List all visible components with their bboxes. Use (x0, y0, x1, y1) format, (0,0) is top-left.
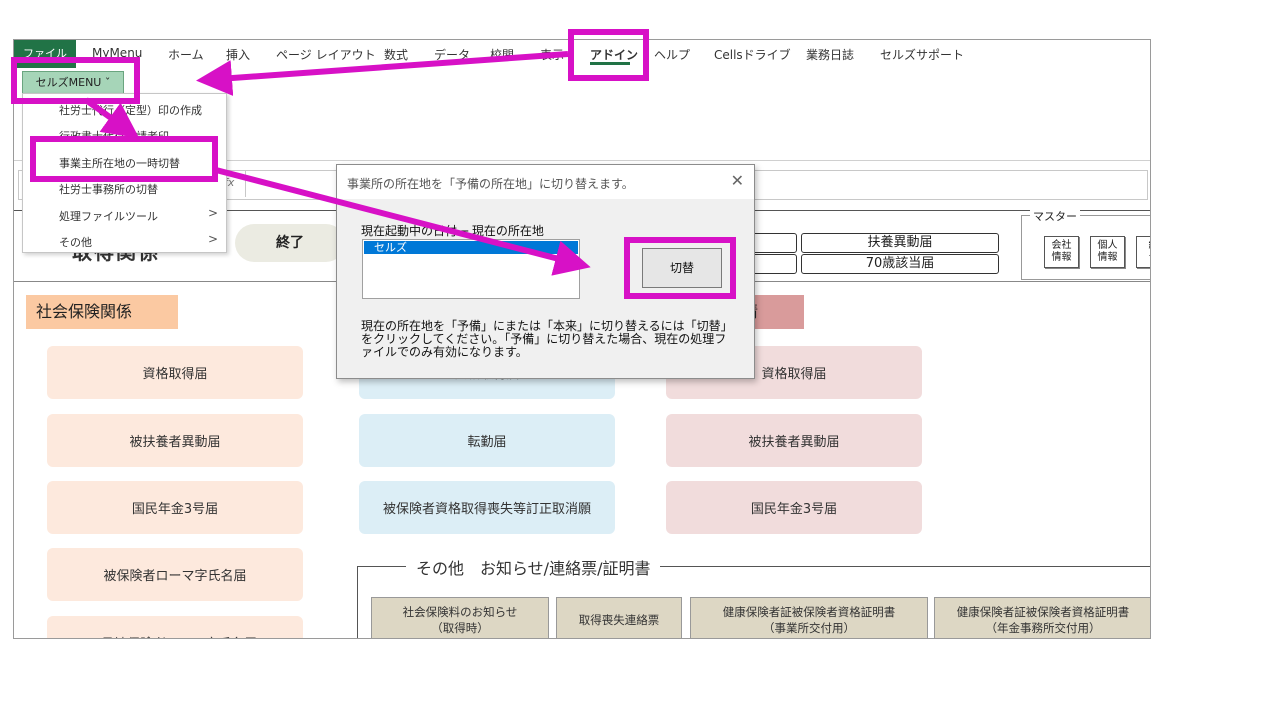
annotation-arrows (84, 51, 591, 276)
arrow-item-to-switch (215, 167, 591, 276)
arrow-menu-to-item (84, 97, 140, 139)
arrow-tab-to-menu (196, 51, 569, 97)
